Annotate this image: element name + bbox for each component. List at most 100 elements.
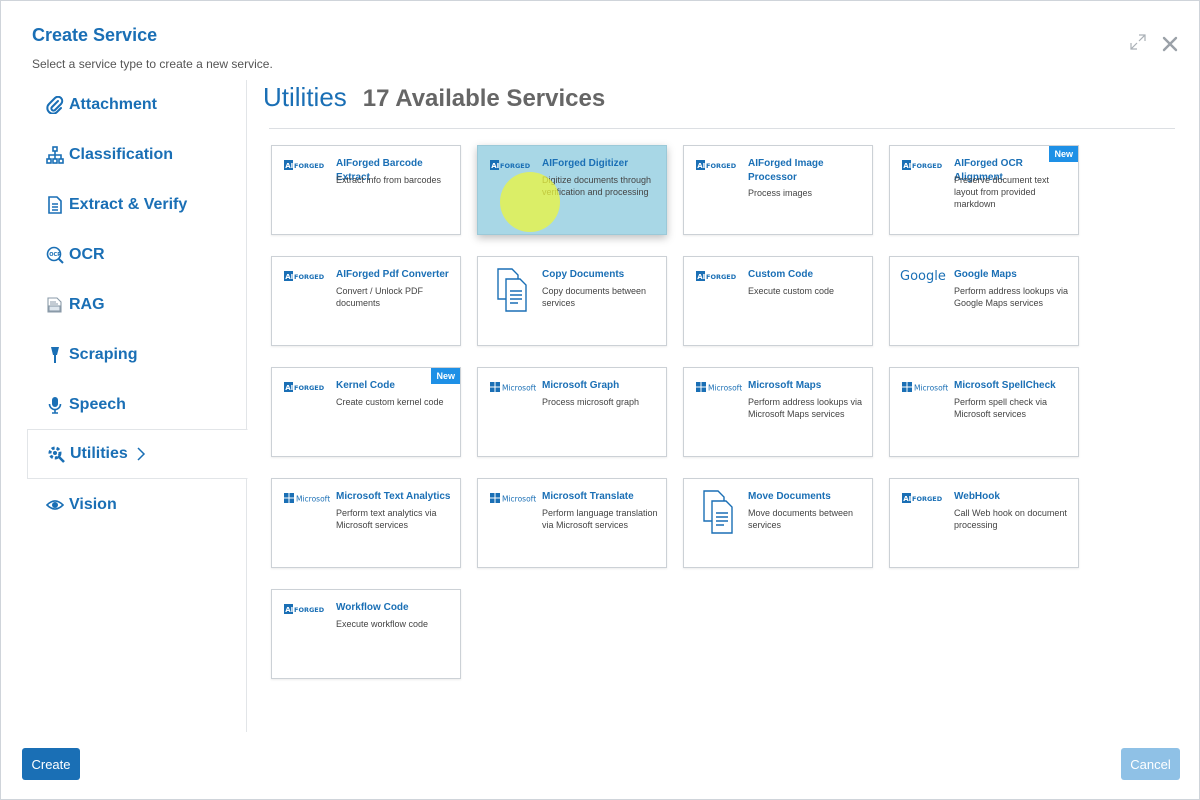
scraper-icon	[45, 345, 65, 365]
service-description: Perform language translation via Microso…	[542, 508, 658, 530]
service-title: Microsoft SpellCheck	[954, 380, 1056, 391]
aiforged-logo-icon: AI FORGED	[902, 491, 952, 507]
service-description: Convert / Unlock PDF documents	[336, 286, 424, 308]
svg-text:AI: AI	[903, 495, 911, 503]
ocr-icon: OCR	[45, 245, 65, 265]
microsoft-logo-icon: Microsoft	[490, 491, 540, 507]
svg-text:AI: AI	[697, 273, 705, 281]
svg-text:AI: AI	[285, 273, 293, 281]
documents-logo-icon	[494, 267, 534, 313]
service-card[interactable]: AI FORGED AIForged Barcode Extract Extract …	[271, 145, 461, 235]
service-card[interactable]: Microsoft Microsoft Translate Perform lang…	[477, 478, 667, 568]
aiforged-logo-icon: AI FORGED	[696, 269, 746, 285]
svg-text:FORGED: FORGED	[294, 606, 325, 614]
chevron-right-icon	[136, 447, 146, 461]
svg-text:AI: AI	[285, 162, 293, 170]
svg-text:Microsoft: Microsoft	[296, 495, 330, 504]
close-icon[interactable]	[1161, 35, 1179, 53]
service-description: Preserve document text layout from provi…	[954, 175, 1050, 209]
service-card[interactable]: AI FORGED WebHook Call Web hook on document…	[889, 478, 1079, 568]
service-title: WebHook	[954, 491, 1000, 502]
aiforged-logo-icon: AI FORGED	[284, 269, 334, 285]
service-title: Move Documents	[748, 491, 831, 502]
sidebar-item-label: Extract & Verify	[69, 196, 188, 213]
svg-text:FORGED: FORGED	[706, 273, 737, 281]
sidebar-item-attachment[interactable]: Attachment	[27, 80, 247, 130]
aiforged-logo-icon: AI FORGED	[696, 158, 746, 174]
svg-text:OCR: OCR	[49, 252, 61, 258]
sidebar-item-label: Attachment	[69, 96, 158, 113]
service-card[interactable]: AI FORGED AIForged Image Processor Process …	[683, 145, 873, 235]
aiforged-logo-icon: AI FORGED	[284, 380, 334, 396]
sidebar-item-classification[interactable]: Classification	[27, 130, 247, 180]
service-card[interactable]: Move Documents Move documents between ser…	[683, 478, 873, 568]
expand-icon[interactable]	[1128, 32, 1148, 52]
svg-text:FORGED: FORGED	[500, 162, 531, 170]
create-button[interactable]: Create	[22, 748, 80, 780]
service-title: Microsoft Text Analytics	[336, 491, 451, 502]
cancel-button[interactable]: Cancel	[1121, 748, 1180, 780]
service-card[interactable]: AI FORGED AIForged Digitizer Digitize docum…	[477, 145, 667, 235]
service-card[interactable]: Microsoft Microsoft Text Analytics Perform…	[271, 478, 461, 568]
microsoft-logo-icon: Microsoft	[490, 380, 540, 396]
sidebar-item-vision[interactable]: Vision	[27, 480, 247, 530]
hierarchy-icon	[45, 145, 65, 165]
new-badge: New	[431, 368, 460, 384]
service-card[interactable]: Copy Documents Copy documents between ser…	[477, 256, 667, 346]
service-card[interactable]: Google Google Maps Perform address lookups…	[889, 256, 1079, 346]
sidebar-item-label: OCR	[69, 246, 105, 263]
new-badge: New	[1049, 146, 1078, 162]
service-card[interactable]: AI FORGED Workflow Code Execute workflow co…	[271, 589, 461, 679]
service-title: AIForged Digitizer	[542, 158, 629, 169]
aiforged-logo-icon: AI FORGED	[490, 158, 540, 174]
sidebar-item-utilities[interactable]: Utilities	[27, 429, 248, 479]
svg-text:FORGED: FORGED	[706, 162, 737, 170]
service-description: Execute custom code	[748, 286, 835, 296]
google-logo-icon: Google	[900, 267, 950, 284]
service-card[interactable]: Microsoft Microsoft SpellCheck Perform spe…	[889, 367, 1079, 457]
category-title: Utilities	[263, 82, 347, 112]
service-title: Microsoft Maps	[748, 380, 822, 391]
aiforged-logo-icon: AI FORGED	[284, 602, 334, 618]
svg-text:AI: AI	[491, 162, 499, 170]
sidebar-item-extract-verify[interactable]: Extract & Verify	[27, 180, 247, 230]
microsoft-logo-icon: Microsoft	[902, 380, 952, 396]
sidebar-item-speech[interactable]: Speech	[27, 380, 247, 430]
service-title: AIForged Pdf Converter	[336, 269, 449, 280]
service-title: Workflow Code	[336, 602, 409, 613]
service-title: Microsoft Graph	[542, 380, 620, 391]
dialog-title: Create Service	[32, 25, 158, 45]
service-card[interactable]: AI FORGED Custom Code Execute custom code	[683, 256, 873, 346]
main-heading: Utilities 17 Available Services	[263, 82, 605, 113]
service-description: Digitize documents through verification …	[542, 175, 652, 197]
sidebar-item-label: Classification	[69, 146, 174, 163]
sidebar-item-label: Utilities	[70, 445, 128, 462]
sidebar-item-label: Vision	[69, 496, 117, 513]
service-card[interactable]: Microsoft Microsoft Graph Process microsof…	[477, 367, 667, 457]
service-description: Move documents between services	[748, 508, 854, 530]
svg-text:FORGED: FORGED	[294, 162, 325, 170]
available-services-count: 17 Available Services	[362, 85, 606, 112]
microphone-icon	[45, 395, 65, 415]
service-card[interactable]: AI FORGED Kernel Code Create custom kernel …	[271, 367, 461, 457]
service-title: Google Maps	[954, 269, 1017, 280]
svg-text:FORGED: FORGED	[912, 162, 943, 170]
service-description: Copy documents between services	[542, 286, 647, 308]
create-service-dialog: Create Service Select a service type to …	[0, 0, 1200, 800]
divider	[269, 128, 1175, 129]
service-title: AIForged Image Processor	[748, 158, 824, 183]
service-description: Create custom kernel code	[336, 397, 444, 407]
service-card[interactable]: Microsoft Microsoft Maps Perform address l…	[683, 367, 873, 457]
aiforged-logo-icon: AI FORGED	[284, 158, 334, 174]
svg-text:Microsoft: Microsoft	[708, 384, 742, 393]
service-card[interactable]: AI FORGED AIForged Pdf Converter Convert / …	[271, 256, 461, 346]
microsoft-logo-icon: Microsoft	[284, 491, 334, 507]
sidebar-item-ocr[interactable]: OCR OCR	[27, 230, 247, 280]
service-card[interactable]: AI FORGED AIForged OCR Alignment Preserve d…	[889, 145, 1079, 235]
service-description: Perform spell check via Microsoft servic…	[954, 397, 1048, 419]
sidebar-item-scraping[interactable]: Scraping	[27, 330, 247, 380]
dialog-subtitle: Select a service type to create a new se…	[32, 57, 273, 71]
service-description: Perform text analytics via Microsoft ser…	[336, 508, 437, 530]
sidebar-item-rag[interactable]: RAG	[27, 280, 247, 330]
service-category-sidebar: Attachment Classification Extract & Veri…	[27, 80, 248, 732]
